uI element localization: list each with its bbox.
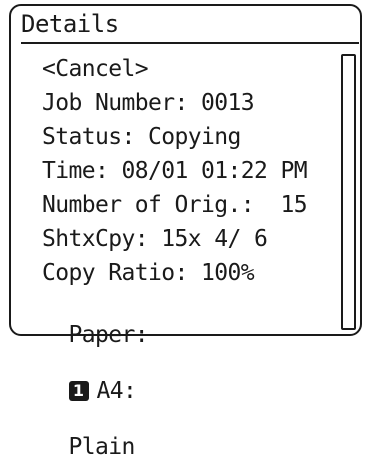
paper-row: Paper: 1 A4: Plain: [42, 293, 149, 461]
paper-type: Plain: [68, 434, 136, 460]
number-of-originals-row: Number of Orig.: 15: [42, 192, 308, 218]
paper-size: A4:: [96, 378, 137, 404]
cancel-option[interactable]: <Cancel>: [42, 55, 149, 83]
scrollbar[interactable]: [341, 54, 356, 330]
time-row: Time: 08/01 01:22 PM: [42, 158, 308, 184]
title-divider: [21, 42, 359, 44]
paper-label: Paper:: [68, 322, 149, 348]
copy-ratio-row: Copy Ratio: 100%: [42, 260, 255, 286]
paper-drawer-icon: 1: [68, 381, 89, 401]
job-number-row: Job Number: 0013: [42, 90, 255, 116]
sheets-by-copies-row: ShtxCpy: 15x 4/ 6: [42, 226, 268, 252]
status-row: Status: Copying: [42, 124, 241, 150]
screen-title: Details: [21, 10, 119, 38]
